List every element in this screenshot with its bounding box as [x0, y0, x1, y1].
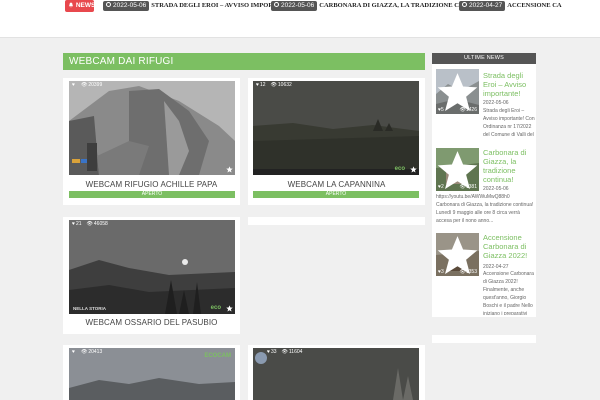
section-title: WEBCAM DAI RIFUGI	[63, 53, 425, 70]
eye-icon: 👁	[86, 221, 93, 227]
clock-icon	[274, 2, 279, 7]
news-thumbnail[interactable]: ♥2 👁1381	[436, 148, 479, 191]
news-thumbnail[interactable]: ♥5 👁1426	[436, 69, 479, 114]
eco-logo: eco	[210, 305, 221, 311]
news-thumbnail[interactable]: ♥3 👁1353	[436, 233, 479, 276]
webcam-image[interactable]: ♥21 👁46058 NELLA STORIA eco	[69, 220, 235, 314]
clock-icon	[106, 2, 111, 7]
heart-icon: ♥	[72, 349, 75, 355]
ticker-date: 2022-05-06	[103, 1, 150, 11]
news-stats: ♥2 👁1381	[438, 184, 477, 190]
webcam-stats: ♥ 👁20399	[72, 82, 103, 88]
eye-icon: 👁	[281, 349, 288, 355]
status-badge: APERTO	[253, 191, 419, 198]
news-excerpt: Strada degli Eroi – Avviso importante! C…	[483, 108, 535, 137]
news-title[interactable]: Strada degli Eroi – Avviso importante!	[483, 71, 535, 98]
webcam-image[interactable]: ♥ 👁20413 ECOCAM	[69, 348, 235, 400]
status-badge: APERTO	[69, 191, 235, 198]
ticker-date: 2022-05-06	[271, 1, 318, 11]
webcam-image[interactable]: ♥33 👁11604	[253, 348, 419, 400]
news-title[interactable]: Carbonara di Giazza, la tradizione conti…	[483, 148, 535, 184]
ecocam-logo: ECOCAM	[204, 353, 231, 359]
news-date: 2022-05-06	[483, 186, 509, 192]
clock-icon	[462, 2, 467, 7]
webcam-card[interactable]: ♥12 👁10632 eco WEBCAM LA CAPANNINA APERTO	[248, 78, 425, 205]
webcam-title[interactable]: WEBCAM RIFUGIO ACHILLE PAPA	[63, 180, 240, 189]
webcam-stats: ♥33 👁11604	[267, 349, 303, 355]
star-icon[interactable]	[410, 166, 417, 173]
news-title[interactable]: Accensione Carbonara di Giazza 2022!	[483, 233, 535, 260]
empty-card	[248, 217, 425, 225]
ticker-item[interactable]: 2022-04-27 ACCENSIONE CA	[459, 1, 562, 11]
news-stats: ♥3 👁1353	[438, 269, 477, 275]
webcam-image[interactable]: ♥12 👁10632 eco	[253, 81, 419, 175]
webcam-card[interactable]: ♥ 👁20399 WEBCAM RIFUGIO ACHILLE PAPA APER…	[63, 78, 240, 205]
bell-icon	[68, 2, 74, 8]
news-excerpt: Accensione Carbonara di Giazza 2022! Fin…	[483, 271, 534, 315]
webcam-title[interactable]: WEBCAM LA CAPANNINA	[248, 180, 425, 189]
ticker-date: 2022-04-27	[459, 1, 506, 11]
eco-logo: eco	[394, 166, 405, 172]
news-stats: ♥5 👁1426	[438, 107, 477, 113]
widget-title: ULTIME NEWS	[432, 53, 536, 64]
heart-icon: ♥	[72, 221, 75, 227]
ossario-watermark: NELLA STORIA	[73, 306, 107, 311]
star-icon[interactable]	[226, 166, 233, 173]
eye-icon: 👁	[270, 82, 277, 88]
webcam-image[interactable]: ♥ 👁20399	[69, 81, 235, 175]
webcam-title[interactable]: WEBCAM OSSARIO DEL PASUBIO	[63, 318, 240, 327]
ticker-title: ACCENSIONE CA	[507, 2, 562, 9]
heart-icon: ♥	[256, 82, 259, 88]
webcam-stats: ♥ 👁20413	[72, 349, 103, 355]
heart-icon: ♥	[72, 82, 75, 88]
star-icon[interactable]	[226, 305, 233, 312]
webcam-stats: ♥12 👁10632	[256, 82, 292, 88]
latest-news-widget: ULTIME NEWS ♥5 👁1426 Strada degli Eroi – …	[432, 53, 536, 317]
header-band	[0, 13, 600, 38]
heart-icon: ♥	[267, 349, 270, 355]
webcam-card[interactable]: ♥21 👁46058 NELLA STORIA eco WEBCAM OSSARI…	[63, 217, 240, 334]
news-excerpt: https://youtu.be/AWWuMwQ88h0 Carbonara d…	[436, 194, 534, 224]
news-badge-label: NEWS	[75, 2, 96, 9]
webcam-stats: ♥21 👁46058	[72, 221, 108, 227]
news-badge: NEWS	[65, 0, 96, 12]
news-date: 2022-05-06	[483, 100, 509, 106]
ticker-item[interactable]: 2022-05-06 STRADA DEGLI EROI – AVVISO IMP…	[103, 1, 297, 11]
webcam-card[interactable]: ♥ 👁20413 ECOCAM	[63, 345, 240, 400]
webcam-card[interactable]: ♥33 👁11604	[248, 345, 425, 400]
empty-widget	[432, 335, 536, 343]
news-ticker: NEWS 2022-05-06 STRADA DEGLI EROI – AVVIS…	[0, 0, 600, 13]
eye-icon: 👁	[80, 349, 88, 355]
eye-icon: 👁	[80, 82, 88, 88]
